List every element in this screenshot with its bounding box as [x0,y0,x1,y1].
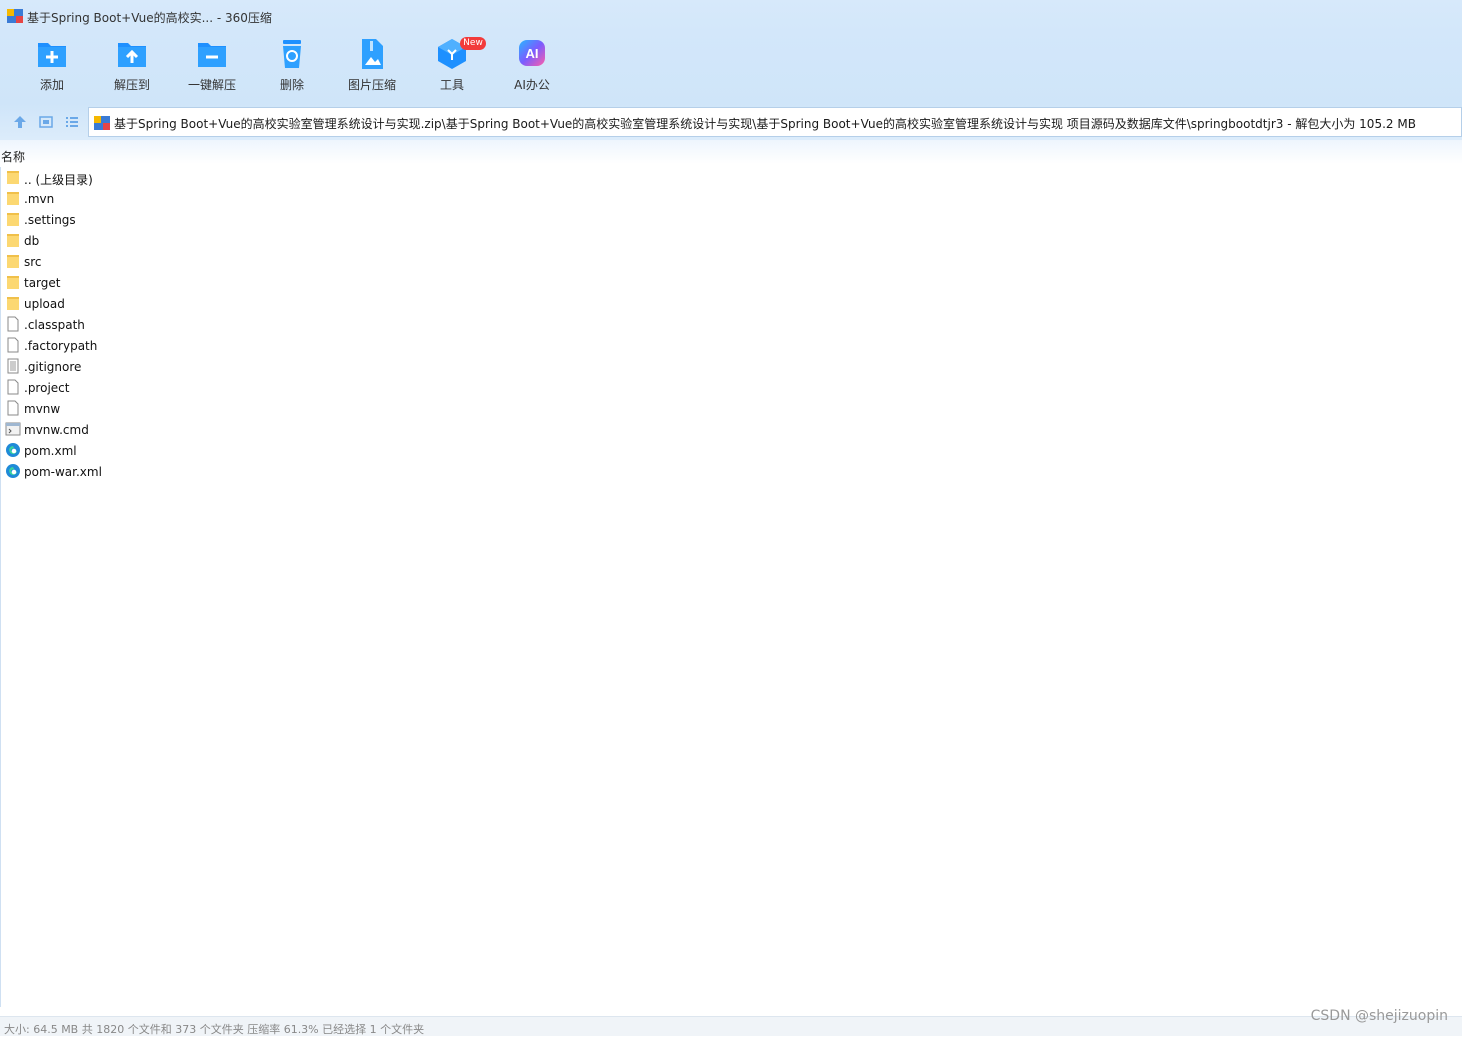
recycle-bin-icon [283,40,301,68]
file-row[interactable]: db [5,230,405,251]
watermark: CSDN @shejizuopin [1310,1008,1448,1024]
extract-folder-icon [118,43,146,67]
folder-icon [5,274,21,290]
path-text: 基于Spring Boot+Vue的高校实验室管理系统设计与实现.zip\基于S… [114,117,1416,131]
file-name: .project [24,381,70,395]
status-bar: 大小: 64.5 MB 共 1820 个文件和 373 个文件夹 压缩率 61.… [0,1016,1462,1036]
file-name: db [24,234,40,248]
folder-icon [5,190,21,206]
cmd-file-icon [5,421,21,437]
file-name: .classpath [24,318,85,332]
archive-icon [94,116,110,130]
file-row[interactable]: .mvn [5,188,405,209]
file-row[interactable]: mvnw [5,398,405,419]
tools-button[interactable]: New 工具 [412,37,492,98]
file-icon [5,316,21,332]
ai-office-label: AI办公 [514,78,550,92]
folder-icon [5,211,21,227]
image-compress-icon [362,39,383,69]
edge-icon [5,442,21,458]
file-name: upload [24,297,65,311]
one-click-extract-label: 一键解压 [187,78,236,92]
file-icon [5,400,21,416]
ai-icon-text: AI [526,46,539,61]
image-compress-label: 图片压缩 [347,78,396,92]
window-title: 基于Spring Boot+Vue的高校实... - 360压缩 [27,11,272,25]
path-field[interactable]: 基于Spring Boot+Vue的高校实验室管理系统设计与实现.zip\基于S… [88,107,1462,137]
file-row[interactable]: .. (上级目录) [5,167,405,188]
add-label: 添加 [39,78,64,92]
column-header: 名称 [0,140,1462,164]
text-file-icon [5,358,21,374]
folder-icon [5,295,21,311]
file-row[interactable]: pom.xml [5,440,405,461]
file-name: target [24,276,61,290]
file-row[interactable]: .classpath [5,314,405,335]
file-name: .mvn [24,192,55,206]
extract-to-label: 解压到 [113,78,150,92]
folder-icon [5,253,21,269]
file-name: .gitignore [24,360,82,374]
file-row[interactable]: .settings [5,209,405,230]
one-click-extract-button[interactable]: 一键解压 [172,38,252,98]
file-icon [5,379,21,395]
address-bar: 基于Spring Boot+Vue的高校实验室管理系统设计与实现.zip\基于S… [0,104,1462,140]
ai-icon: AI [519,40,545,66]
add-folder-icon [38,43,66,67]
delete-label: 删除 [279,78,304,92]
folder-icon [5,169,21,185]
name-column-header[interactable]: 名称 [1,148,25,165]
file-name: mvnw [24,402,61,416]
file-row[interactable]: target [5,272,405,293]
image-compress-button[interactable]: 图片压缩 [332,38,412,98]
delete-button[interactable]: 删除 [252,38,332,98]
new-badge: New [460,37,486,50]
up-arrow-icon[interactable] [12,114,28,130]
app-icon [7,9,23,23]
file-name: mvnw.cmd [24,423,89,437]
thumbnail-view-icon[interactable] [38,114,54,130]
folder-icon [5,232,21,248]
title-bar: 基于Spring Boot+Vue的高校实... - 360压缩 [0,0,1462,32]
file-name: src [24,255,42,269]
file-name: .. (上级目录) [24,173,93,187]
file-list: .. (上级目录) .mvn .settings db src target upload.… [0,167,1462,1007]
file-row[interactable]: mvnw.cmd [5,419,405,440]
edge-icon [5,463,21,479]
file-name: pom-war.xml [24,465,102,479]
toolbar: 添加 解压到 一键解压 删除 图片压缩 New 工具 AI AI办公 [0,32,1462,104]
file-row[interactable]: upload [5,293,405,314]
file-name: .settings [24,213,76,227]
file-name: .factorypath [24,339,98,353]
file-row[interactable]: .project [5,377,405,398]
extract-to-button[interactable]: 解压到 [92,38,172,98]
file-row[interactable]: src [5,251,405,272]
ai-office-button[interactable]: AI AI办公 [492,38,572,98]
list-view-icon[interactable] [64,114,80,130]
tools-label: 工具 [439,78,464,92]
file-row[interactable]: pom-war.xml [5,461,405,482]
file-row[interactable]: .factorypath [5,335,405,356]
add-button[interactable]: 添加 [12,38,92,98]
file-row[interactable]: .gitignore [5,356,405,377]
file-icon [5,337,21,353]
file-name: pom.xml [24,444,77,458]
one-click-extract-icon [198,43,226,67]
